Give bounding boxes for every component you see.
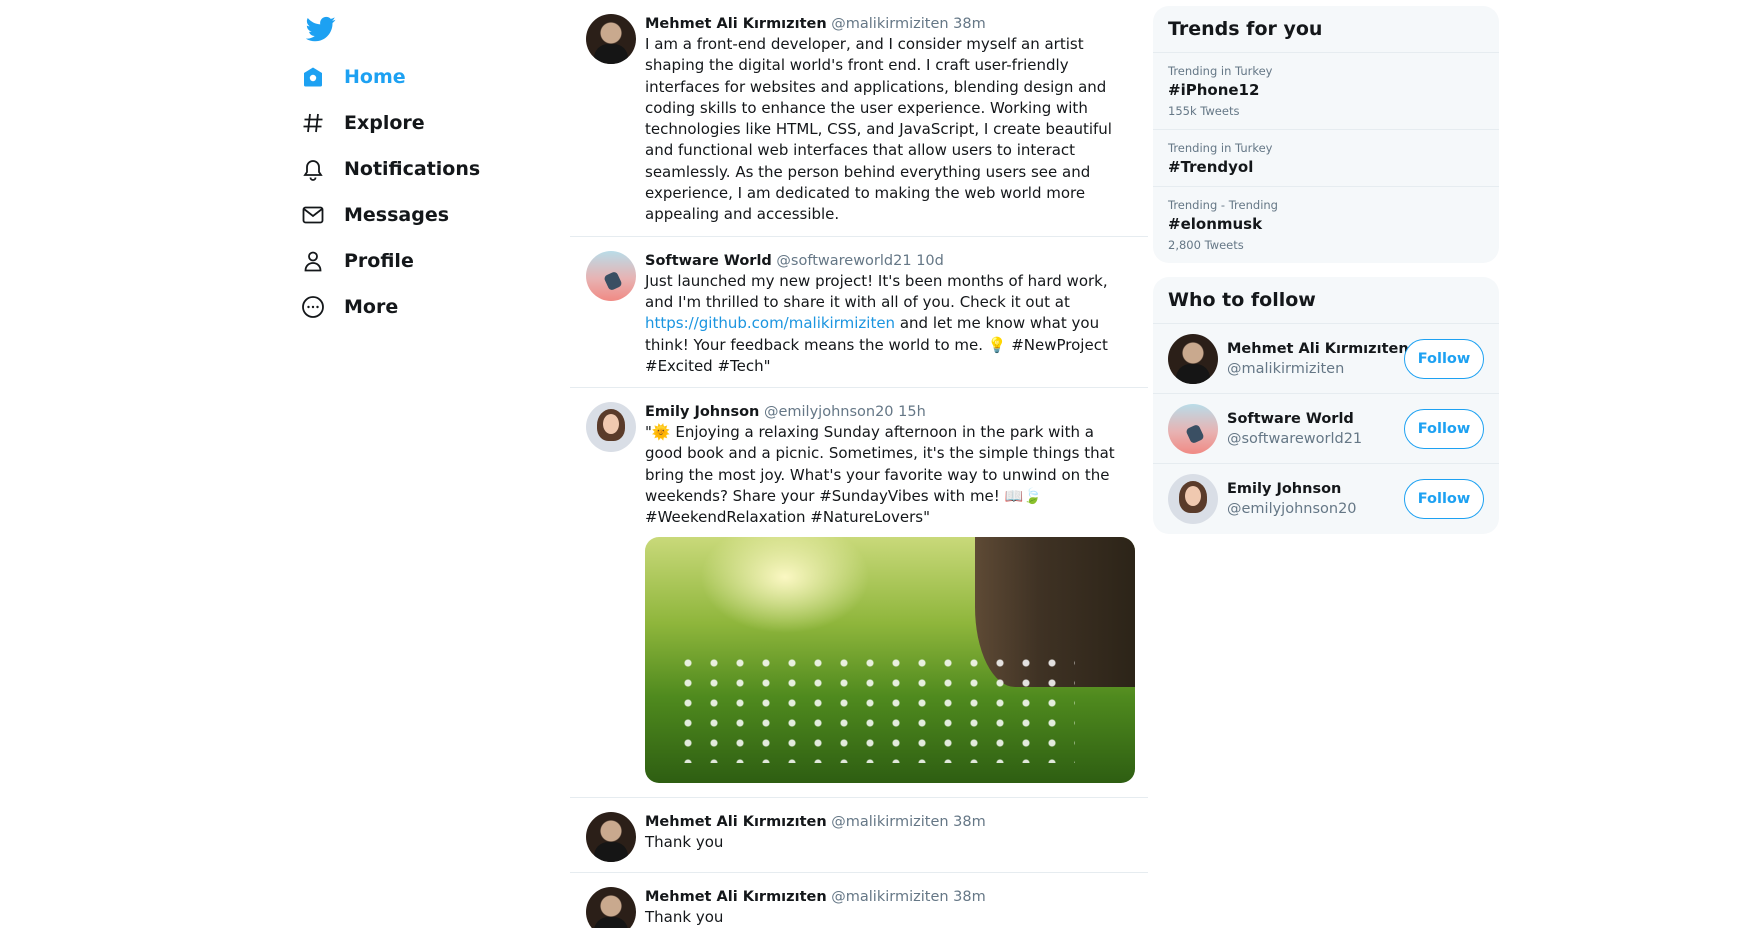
user-icon [300, 248, 326, 274]
tweet-text: Thank you [645, 907, 724, 926]
avatar[interactable] [1168, 333, 1218, 384]
follow-handle: @emilyjohnson20 [1227, 501, 1357, 517]
tweet-header: Software World @softwareworld21 10d [645, 251, 1134, 271]
right-sidebar: Trends for you Trending in Turkey #iPhon… [1153, 6, 1499, 548]
tweet-author-handle[interactable]: @emilyjohnson20 [764, 404, 894, 420]
nav-more[interactable]: More [300, 284, 560, 330]
nav-label-explore: Explore [344, 112, 425, 134]
trend-tag: #iPhone12 [1168, 81, 1260, 99]
follow-handle: @malikirmiziten [1227, 360, 1345, 377]
bell-icon [300, 156, 326, 182]
tweet-body: Mehmet Ali Kırmızıten @malikirmiziten 38… [645, 812, 1134, 862]
trend-tag: #Trendyol [1168, 158, 1254, 176]
tweet-author-handle[interactable]: @malikirmiziten [831, 889, 948, 905]
follow-name[interactable]: Emily Johnson [1227, 479, 1404, 499]
follow-button[interactable]: Follow [1404, 408, 1484, 449]
follow-name[interactable]: Mehmet Ali Kırmızıten [1227, 339, 1409, 359]
tweet-text: I am a front-end developer, and I consid… [645, 35, 1112, 224]
trend-context: Trending in Turkey [1168, 141, 1273, 155]
trend-count: 155k Tweets [1168, 104, 1240, 118]
tweet-author-name[interactable]: Mehmet Ali Kırmızıten [645, 16, 827, 32]
follow-suggestion[interactable]: Emily Johnson @emilyjohnson20 Follow [1153, 464, 1499, 534]
nav-home[interactable]: Home [300, 54, 560, 100]
tweet-body: Software World @softwareworld21 10d Just… [645, 251, 1134, 377]
avatar[interactable] [1168, 403, 1218, 454]
tweet-body: Emily Johnson @emilyjohnson20 15h "🌞 Enj… [645, 402, 1135, 786]
trend-item[interactable]: Trending in Turkey #Trendyol [1153, 130, 1499, 187]
tweet-body: Mehmet Ali Kırmızıten @malikirmiziten 38… [645, 887, 1134, 928]
nav-label-profile: Profile [344, 250, 414, 272]
tweet-text: Thank you [645, 832, 724, 851]
avatar[interactable] [586, 402, 636, 453]
nav-notifications[interactable]: Notifications [300, 146, 560, 192]
tweet[interactable]: Emily Johnson @emilyjohnson20 15h "🌞 Enj… [570, 388, 1148, 798]
tweet-timestamp[interactable]: 38m [953, 814, 986, 830]
nav-profile[interactable]: Profile [300, 238, 560, 284]
tweet-timestamp[interactable]: 15h [898, 404, 926, 420]
follow-handle: @softwareworld21 [1227, 430, 1363, 447]
tweet-feed: Mehmet Ali Kırmızıten @malikirmiziten 38… [570, 0, 1148, 928]
trend-item[interactable]: Trending - Trending #elonmusk 2,800 Twee… [1153, 187, 1499, 263]
nav-label-more: More [344, 296, 399, 318]
left-sidebar: Home Explore Notifications Messages Prof… [300, 14, 560, 330]
follow-info: Emily Johnson @emilyjohnson20 [1227, 479, 1404, 519]
tweet-text-before-link: Just launched my new project! It's been … [645, 271, 1108, 311]
home-icon [300, 64, 326, 90]
follow-info: Software World @softwareworld21 [1227, 409, 1404, 449]
tweet-text: "🌞 Enjoying a relaxing Sunday afternoon … [645, 423, 1115, 527]
envelope-icon [300, 202, 326, 228]
tweet-author-name[interactable]: Software World [645, 253, 772, 269]
twitter-bird-icon[interactable] [306, 14, 336, 44]
trends-card: Trends for you Trending in Turkey #iPhon… [1153, 6, 1499, 263]
tweet-author-name[interactable]: Emily Johnson [645, 404, 759, 420]
trend-context: Trending in Turkey [1168, 64, 1273, 78]
avatar[interactable] [586, 886, 636, 928]
avatar[interactable] [1168, 474, 1218, 524]
nav-messages[interactable]: Messages [300, 192, 560, 238]
nav-label-home: Home [344, 66, 406, 88]
follow-suggestion[interactable]: Software World @softwareworld21 Follow [1153, 394, 1499, 464]
tweet-author-handle[interactable]: @malikirmiziten [831, 814, 948, 830]
daisy-flowers-shape [675, 652, 1075, 763]
tweet-text: Just launched my new project! It's been … [645, 271, 1134, 377]
tweet-image-park-meadow[interactable] [645, 536, 1135, 783]
tweet-header: Mehmet Ali Kırmızıten @malikirmiziten 38… [645, 812, 1134, 832]
tweet-body: Mehmet Ali Kırmızıten @malikirmiziten 38… [645, 14, 1134, 226]
tweet-author-name[interactable]: Mehmet Ali Kırmızıten [645, 889, 827, 905]
trend-tag: #elonmusk [1168, 215, 1263, 233]
more-circle-icon [300, 294, 326, 320]
follow-button[interactable]: Follow [1404, 479, 1484, 519]
tweet-header: Emily Johnson @emilyjohnson20 15h [645, 402, 1134, 422]
nav-label-notifications: Notifications [344, 158, 481, 180]
trends-title: Trends for you [1153, 6, 1499, 53]
hashtag-icon [300, 110, 326, 136]
tweet-timestamp[interactable]: 38m [953, 16, 986, 32]
avatar[interactable] [586, 14, 636, 64]
who-to-follow-title: Who to follow [1153, 277, 1499, 324]
tweet-author-handle[interactable]: @softwareworld21 [776, 253, 911, 269]
who-to-follow-card: Who to follow Mehmet Ali Kırmızıten @mal… [1153, 277, 1499, 534]
follow-suggestion[interactable]: Mehmet Ali Kırmızıten @malikirmiziten Fo… [1153, 324, 1499, 394]
trend-count: 2,800 Tweets [1168, 238, 1244, 252]
tweet-author-name[interactable]: Mehmet Ali Kırmızıten [645, 814, 827, 830]
tweet[interactable]: Mehmet Ali Kırmızıten @malikirmiziten 38… [570, 798, 1148, 873]
nav-explore[interactable]: Explore [300, 100, 560, 146]
avatar[interactable] [586, 250, 636, 301]
follow-name[interactable]: Software World [1227, 409, 1404, 429]
avatar[interactable] [586, 811, 636, 862]
tweet[interactable]: Mehmet Ali Kırmızıten @malikirmiziten 38… [570, 873, 1148, 928]
trend-item[interactable]: Trending in Turkey #iPhone12 155k Tweets [1153, 53, 1499, 130]
tweet-header: Mehmet Ali Kırmızıten @malikirmiziten 38… [645, 14, 1134, 34]
tweet-header: Mehmet Ali Kırmızıten @malikirmiziten 38… [645, 887, 1134, 907]
nav-label-messages: Messages [344, 204, 450, 226]
tweet-link[interactable]: https://github.com/malikirmiziten [645, 314, 895, 332]
trend-context: Trending - Trending [1168, 198, 1278, 212]
follow-button[interactable]: Follow [1404, 338, 1484, 379]
tweet-author-handle[interactable]: @malikirmiziten [831, 16, 948, 32]
tweet[interactable]: Software World @softwareworld21 10d Just… [570, 237, 1148, 389]
tweet-timestamp[interactable]: 10d [916, 253, 944, 269]
tweet[interactable]: Mehmet Ali Kırmızıten @malikirmiziten 38… [570, 0, 1148, 237]
tweet-timestamp[interactable]: 38m [953, 889, 986, 905]
follow-info: Mehmet Ali Kırmızıten @malikirmiziten [1227, 339, 1409, 379]
